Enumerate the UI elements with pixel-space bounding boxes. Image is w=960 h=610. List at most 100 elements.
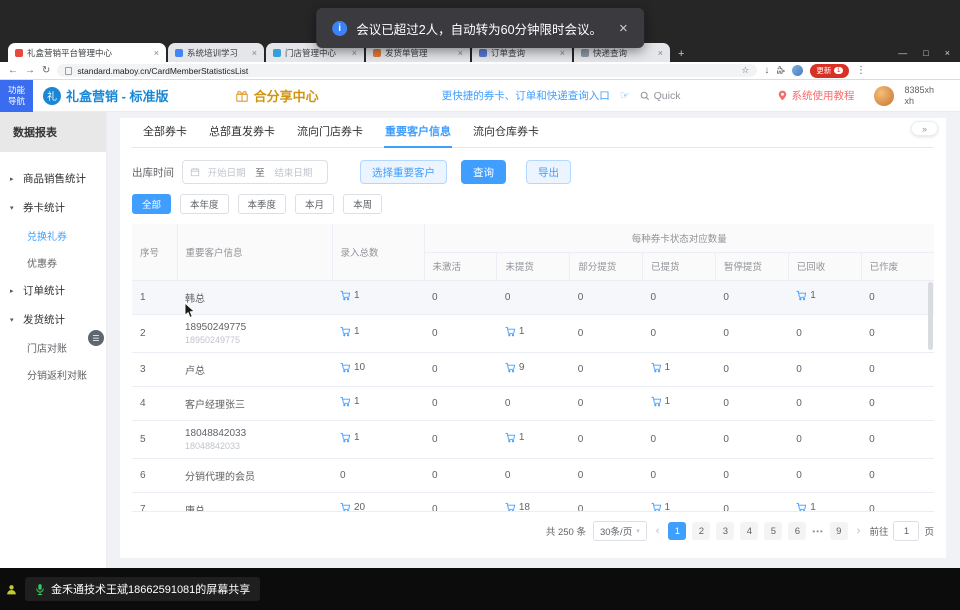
sidebar-item[interactable]: 分销返利对账 xyxy=(0,361,106,388)
page-number[interactable]: 1 xyxy=(668,522,686,540)
window-close-button[interactable]: × xyxy=(945,48,950,58)
card-count-link[interactable]: 1 xyxy=(340,396,360,407)
sidebar-group[interactable]: ▸订单统计 xyxy=(0,276,106,305)
date-range-picker[interactable]: 开始日期 至 结束日期 xyxy=(182,160,328,184)
quick-filter-chip[interactable]: 本年度 xyxy=(180,194,229,214)
refresh-icon[interactable]: ↻ xyxy=(42,66,50,76)
extensions-puzzle-icon[interactable] xyxy=(776,65,785,77)
page-number[interactable]: 9 xyxy=(830,522,848,540)
sidebar-item[interactable]: 兑换礼券 xyxy=(0,222,106,249)
cell-index: 6 xyxy=(132,458,177,492)
browser-tab[interactable]: 系统培训学习× xyxy=(168,43,264,62)
bookmark-star-icon[interactable]: ☆ xyxy=(741,65,749,76)
tab-流向门店券卡[interactable]: 流向门店券卡 xyxy=(286,123,374,147)
tab-close-icon[interactable]: × xyxy=(252,48,257,58)
table-vertical-scrollbar[interactable] xyxy=(928,282,933,350)
cell-status: 0 xyxy=(861,280,934,314)
select-important-customer-button[interactable]: 选择重要客户 xyxy=(360,160,447,184)
tab-close-icon[interactable]: × xyxy=(154,48,159,58)
page-number[interactable]: 6 xyxy=(788,522,806,540)
table-row[interactable]: 2189502497751895024977510100000 xyxy=(132,314,934,352)
update-badge[interactable]: 更新 1 xyxy=(810,64,849,78)
page-number[interactable]: 2 xyxy=(692,522,710,540)
quick-filter-chip[interactable]: 本季度 xyxy=(238,194,287,214)
download-icon[interactable]: ↓ xyxy=(764,66,769,76)
tab-close-icon[interactable]: × xyxy=(352,48,357,58)
browser-profile-avatar[interactable] xyxy=(792,65,803,76)
card-count-link[interactable]: 1 xyxy=(340,432,360,443)
meeting-app-icon[interactable] xyxy=(3,581,19,597)
export-button[interactable]: 导出 xyxy=(526,160,571,184)
page-number[interactable]: 3 xyxy=(716,522,734,540)
card-count-link[interactable]: 9 xyxy=(505,362,525,373)
sidebar-item[interactable]: 优惠券 xyxy=(0,249,106,276)
address-bar-input[interactable]: standard.maboy.cn/CardMemberStatisticsLi… xyxy=(57,64,757,77)
tab-总部直发券卡[interactable]: 总部直发券卡 xyxy=(198,123,286,147)
goto-page-input[interactable] xyxy=(893,521,919,541)
quick-filter-chip[interactable]: 全部 xyxy=(132,194,171,214)
tab-重要客户信息[interactable]: 重要客户信息 xyxy=(374,123,462,147)
card-count-link[interactable]: 1 xyxy=(340,290,360,301)
page-size-select[interactable]: 30条/页 ▾ xyxy=(593,521,647,541)
prev-page-icon[interactable]: ‹ xyxy=(654,525,662,537)
browser-tab[interactable]: 礼盒营销平台管理中心× xyxy=(8,43,166,62)
cell-status: 0 xyxy=(570,458,643,492)
table-row[interactable]: 7唐总2001801010 xyxy=(132,492,934,512)
card-count-link[interactable]: 1 xyxy=(340,326,360,337)
site-info-icon[interactable] xyxy=(65,67,72,75)
table-row[interactable]: 4客户经理张三10001000 xyxy=(132,386,934,420)
tab-close-icon[interactable]: × xyxy=(560,48,565,58)
card-count-link[interactable]: 1 xyxy=(796,290,816,301)
card-count-link[interactable]: 1 xyxy=(651,396,671,407)
sidebar-group[interactable]: ▾券卡统计 xyxy=(0,193,106,222)
share-center-link[interactable]: 合分享中心 xyxy=(235,86,319,105)
quick-search[interactable]: Quick xyxy=(640,90,681,102)
cart-icon xyxy=(340,290,351,301)
tab-close-icon[interactable]: × xyxy=(658,48,663,58)
toast-close-icon[interactable]: × xyxy=(619,20,628,37)
card-count-link[interactable]: 20 xyxy=(340,502,365,512)
menu-kebab-icon[interactable]: ⋮ xyxy=(856,66,866,76)
quick-entry-hint[interactable]: 更快捷的券卡、订单和快递查询入口 xyxy=(442,88,610,103)
forward-icon[interactable]: → xyxy=(25,66,35,76)
cell-status: 0 xyxy=(570,314,643,352)
quick-filter-chip[interactable]: 本月 xyxy=(295,194,334,214)
window-minimize-button[interactable]: — xyxy=(898,48,907,58)
card-count-link[interactable]: 1 xyxy=(651,362,671,373)
tab-全部券卡[interactable]: 全部券卡 xyxy=(132,123,198,147)
card-count-link[interactable]: 1 xyxy=(651,502,671,512)
quick-filter-chip[interactable]: 本周 xyxy=(343,194,382,214)
window-maximize-button[interactable]: □ xyxy=(923,48,928,58)
table-row[interactable]: 1韩总10000010 xyxy=(132,280,934,314)
user-name-line2: xh xyxy=(904,96,934,106)
page-number[interactable]: 5 xyxy=(764,522,782,540)
next-page-icon[interactable]: › xyxy=(855,525,863,537)
back-icon[interactable]: ← xyxy=(8,66,18,76)
table-row[interactable]: 5180488420331804884203310100000 xyxy=(132,420,934,458)
cell-status: 1 xyxy=(788,280,861,314)
sidebar-group[interactable]: ▾发货统计 xyxy=(0,305,106,334)
count-value: 0 xyxy=(723,292,729,303)
count-value: 0 xyxy=(432,364,438,375)
tab-流向仓库券卡[interactable]: 流向仓库券卡 xyxy=(462,123,550,147)
page-number[interactable]: 4 xyxy=(740,522,758,540)
card-count-link[interactable]: 1 xyxy=(505,326,525,337)
sidebar-collapse-handle-icon[interactable]: ☰ xyxy=(88,330,104,346)
card-count-link[interactable]: 1 xyxy=(796,502,816,512)
sidebar-group[interactable]: ▸商品销售统计 xyxy=(0,164,106,193)
tab-close-icon[interactable]: × xyxy=(458,48,463,58)
system-tutorial-link[interactable]: 系统使用教程 xyxy=(778,88,854,103)
user-name[interactable]: 8385xh xh xyxy=(904,85,934,106)
panel-collapse-button[interactable]: » xyxy=(911,121,938,136)
card-count-link[interactable]: 18 xyxy=(505,502,530,512)
function-nav-toggle[interactable]: 功能导航 xyxy=(0,80,33,112)
table-row[interactable]: 6分销代理的会员00000000 xyxy=(132,458,934,492)
more-pages-icon[interactable]: ••• xyxy=(812,527,823,536)
card-count-link[interactable]: 10 xyxy=(340,362,365,373)
search-button[interactable]: 查询 xyxy=(461,160,506,184)
gift-icon xyxy=(235,89,249,103)
new-tab-button[interactable]: + xyxy=(672,48,690,62)
user-avatar[interactable] xyxy=(874,86,894,106)
card-count-link[interactable]: 1 xyxy=(505,432,525,443)
table-row[interactable]: 3卢总100901000 xyxy=(132,352,934,386)
